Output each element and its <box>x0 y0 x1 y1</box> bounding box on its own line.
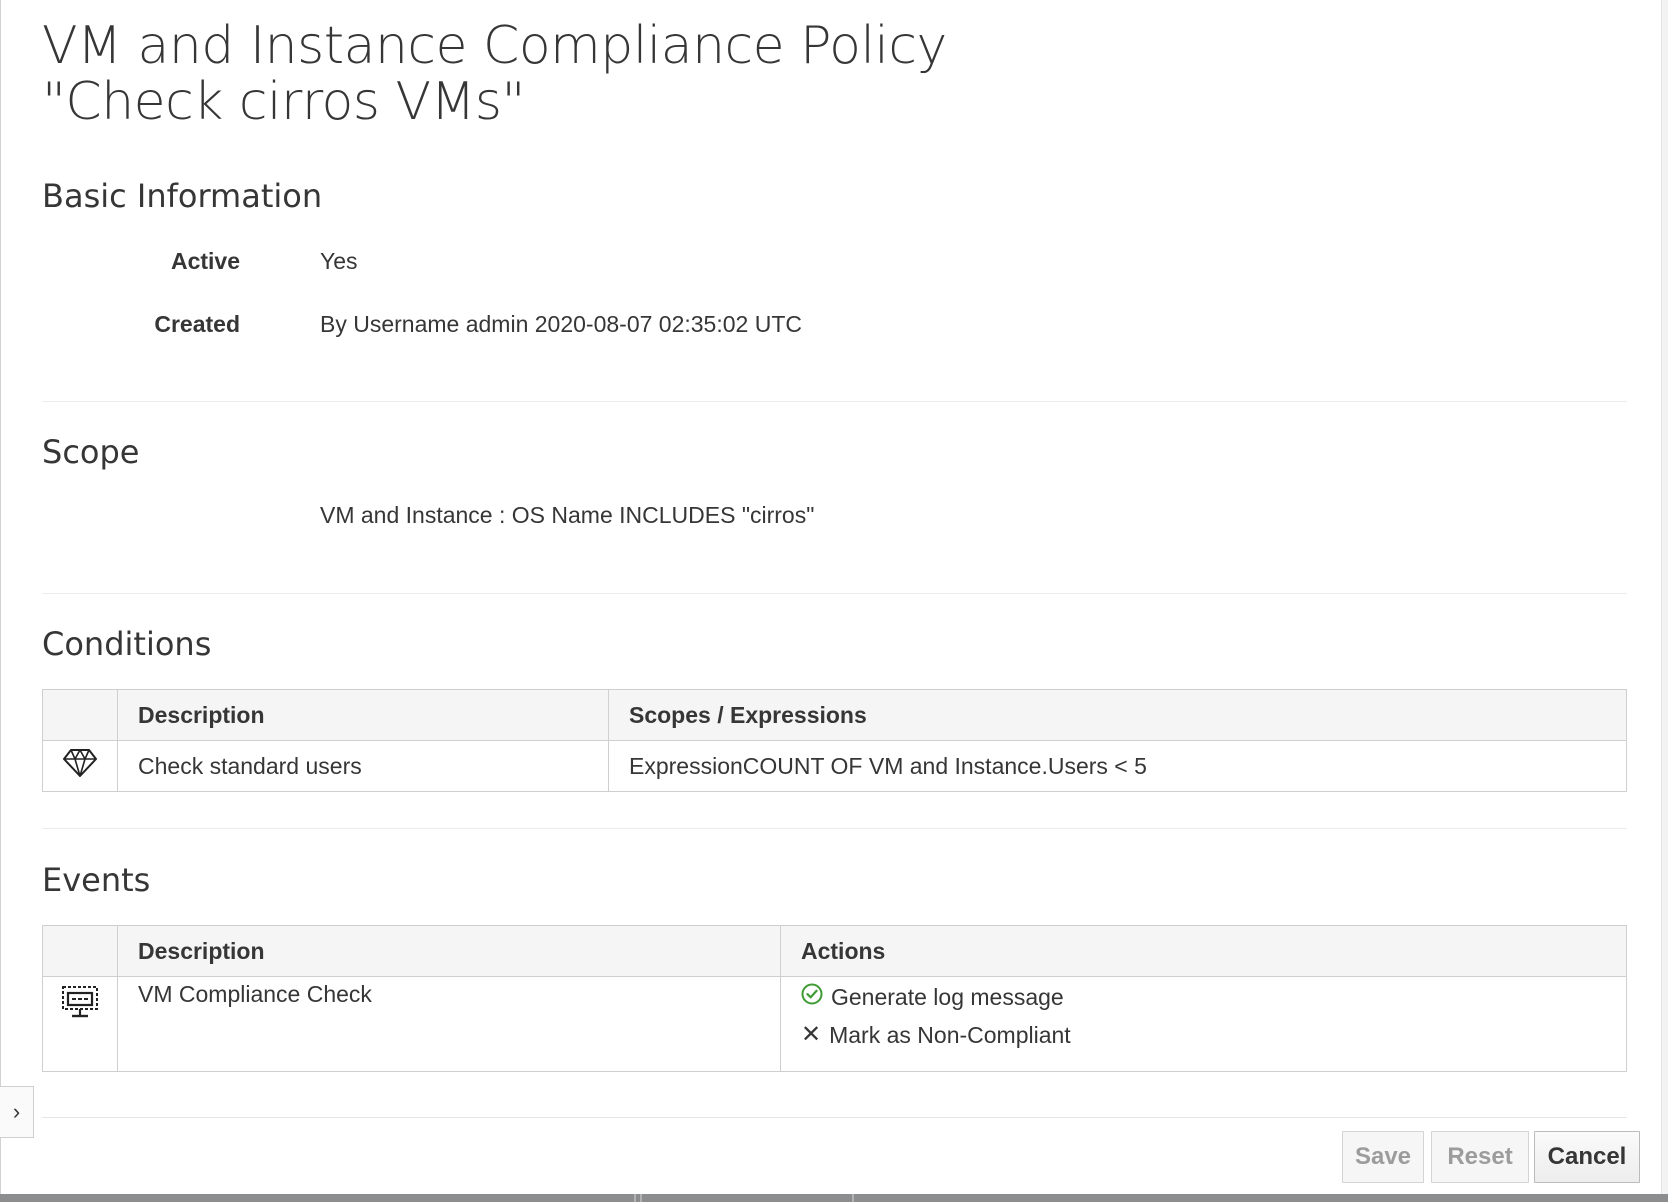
right-scroll-edge <box>1661 0 1668 1194</box>
column-header-description: Description <box>117 689 609 741</box>
active-label: Active <box>170 248 240 274</box>
main-content: VM and Instance Compliance Policy "Check… <box>42 18 1627 1072</box>
table-row[interactable]: VM Compliance Check Generate log message… <box>42 976 1627 1072</box>
event-description[interactable]: VM Compliance Check <box>117 976 781 1072</box>
check-circle-icon <box>801 983 823 1011</box>
action-item: ✕ Mark as Non-Compliant <box>801 1015 1606 1055</box>
column-header-actions: Actions <box>780 925 1627 977</box>
x-icon: ✕ <box>801 1021 822 1048</box>
section-divider <box>42 401 1627 402</box>
footer-divider <box>42 1117 1627 1118</box>
conditions-section: Conditions <box>42 624 1627 664</box>
icon-column-header <box>42 689 118 741</box>
event-actions: Generate log message ✕ Mark as Non-Compl… <box>780 976 1627 1072</box>
created-value: By Username admin 2020-08-07 02:35:02 UT… <box>320 311 802 337</box>
page-title-line2: "Check cirros VMs" <box>42 72 525 132</box>
monitor-event-icon <box>61 986 99 1024</box>
column-header-scopes-expressions: Scopes / Expressions <box>608 689 1627 741</box>
event-icon-cell <box>42 976 118 1072</box>
section-divider <box>42 828 1627 829</box>
condition-description[interactable]: Check standard users <box>117 740 609 792</box>
events-section: Events <box>42 860 1627 900</box>
scope-expression: VM and Instance : OS Name INCLUDES "cirr… <box>320 502 815 528</box>
conditions-heading: Conditions <box>42 625 212 663</box>
condition-expression: ExpressionCOUNT OF VM and Instance.Users… <box>608 740 1627 792</box>
action-label: Mark as Non-Compliant <box>829 1021 1071 1048</box>
sidebar-toggle-button[interactable]: › <box>0 1086 34 1138</box>
cancel-button[interactable]: Cancel <box>1534 1131 1640 1183</box>
basic-information-section: Basic Information Active Yes Created By … <box>42 176 1627 436</box>
reset-button[interactable]: Reset <box>1431 1131 1529 1183</box>
save-button[interactable]: Save <box>1342 1131 1424 1183</box>
table-row[interactable]: Check standard users ExpressionCOUNT OF … <box>42 740 1627 792</box>
diamond-icon <box>62 749 98 783</box>
created-label: Created <box>154 311 240 337</box>
column-header-description: Description <box>117 925 781 977</box>
table-header-row: Description Actions <box>42 925 1627 977</box>
scope-section: Scope VM and Instance : OS Name INCLUDES… <box>42 432 1627 572</box>
conditions-table: Description Scopes / Expressions Check s… <box>42 689 1627 792</box>
icon-column-header <box>42 925 118 977</box>
scope-heading: Scope <box>42 433 140 471</box>
action-item: Generate log message <box>801 977 1606 1017</box>
table-header-row: Description Scopes / Expressions <box>42 689 1627 741</box>
action-label: Generate log message <box>831 983 1064 1010</box>
bottom-strip <box>0 1194 1668 1202</box>
page-title: VM and Instance Compliance Policy "Check… <box>42 18 1627 130</box>
page-title-line1: VM and Instance Compliance Policy <box>42 16 947 76</box>
condition-icon-cell <box>42 740 118 792</box>
section-divider <box>42 593 1627 594</box>
active-value: Yes <box>320 248 358 274</box>
events-table: Description Actions VM Compliance Check … <box>42 925 1627 1072</box>
basic-information-heading: Basic Information <box>42 177 323 215</box>
events-heading: Events <box>42 861 151 899</box>
